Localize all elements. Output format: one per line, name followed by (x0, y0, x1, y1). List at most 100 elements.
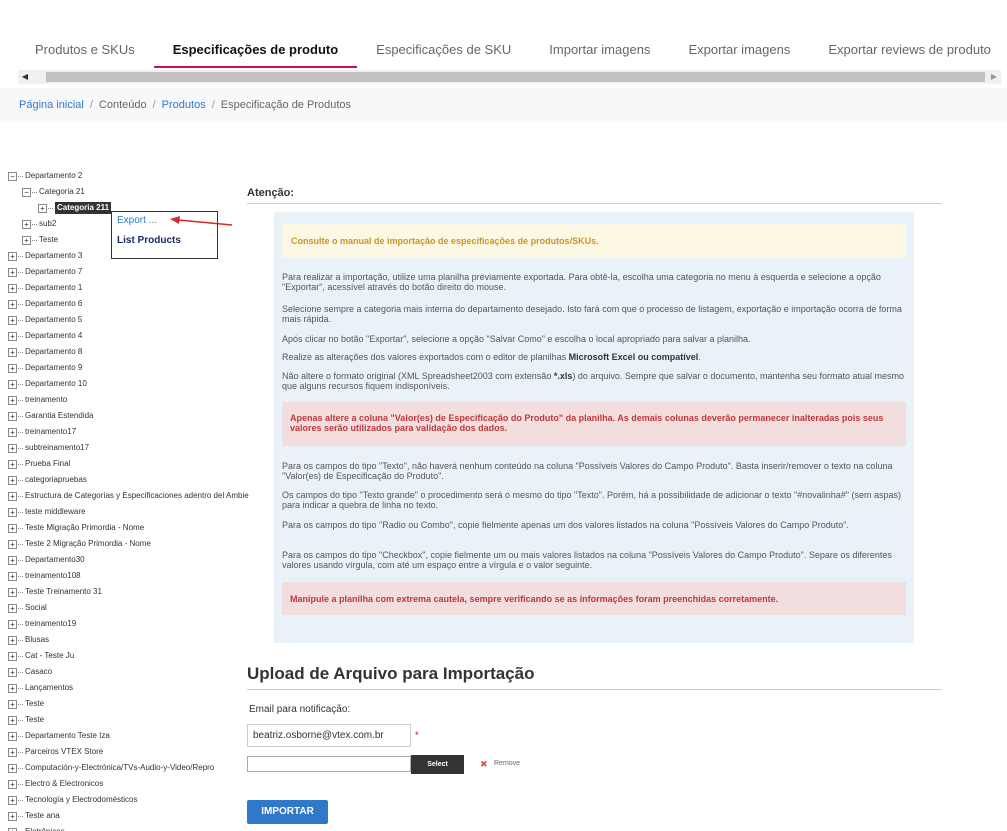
tree-node-label[interactable]: subtreinamento17 (25, 440, 89, 456)
tree-node[interactable]: − Categoria 21 (8, 184, 268, 200)
expand-icon[interactable]: + (8, 603, 17, 613)
expand-icon[interactable]: + (8, 507, 17, 517)
tree-node[interactable]: + Departamento 9 (8, 360, 268, 376)
tree-node-label[interactable]: Teste (39, 232, 58, 248)
expand-icon[interactable]: + (8, 555, 17, 565)
tree-node-label[interactable]: Teste Migração Primordia - Nome (25, 520, 144, 536)
tree-node-label[interactable]: Teste (25, 712, 44, 728)
tree-node[interactable]: + Departamento 4 (8, 328, 268, 344)
tab-exportar-imagens[interactable]: Exportar imagens (669, 34, 809, 68)
tree-node-label[interactable]: Teste ana (25, 808, 60, 824)
expand-icon[interactable]: + (8, 443, 17, 453)
tree-node[interactable]: + Teste Treinamento 31 (8, 584, 268, 600)
tree-node[interactable]: + treinamento108 (8, 568, 268, 584)
tree-node-label[interactable]: Teste 2 Migração Primordia - Nome (25, 536, 151, 552)
tree-node-label[interactable]: Departamento 2 (25, 168, 82, 184)
tree-node-label[interactable]: Computación-y-Electrónica/TVs-Audio-y-Vi… (25, 760, 214, 776)
expand-icon[interactable]: + (8, 427, 17, 437)
tree-node-label[interactable]: Social (25, 600, 47, 616)
expand-icon[interactable]: + (8, 395, 17, 405)
remove-link[interactable]: Remove (494, 760, 520, 767)
tree-node-label[interactable]: Categoria 211 (55, 202, 112, 214)
scroll-left-arrow-icon[interactable]: ◀ (18, 70, 32, 84)
tree-node-label[interactable]: treinamento17 (25, 424, 76, 440)
expand-icon[interactable]: + (8, 699, 17, 709)
expand-icon[interactable]: + (8, 283, 17, 293)
expand-icon[interactable]: + (8, 379, 17, 389)
tree-node-label[interactable]: Cat - Teste Ju (25, 648, 74, 664)
expand-icon[interactable]: + (8, 667, 17, 677)
tree-node[interactable]: + Tecnología y Electrodomésticos (8, 792, 268, 808)
expand-icon[interactable]: + (8, 459, 17, 469)
collapse-icon[interactable]: − (8, 171, 17, 181)
tree-node-label[interactable]: categoriapruebas (25, 472, 87, 488)
expand-icon[interactable]: + (8, 731, 17, 741)
tree-node-label[interactable]: treinamento19 (25, 616, 76, 632)
import-button[interactable]: IMPORTAR (247, 800, 328, 824)
tree-node-label[interactable]: Lançamentos (25, 680, 73, 696)
breadcrumb-products[interactable]: Produtos (162, 99, 206, 111)
tree-node[interactable]: + Eletrônicos (8, 824, 268, 831)
tab-exportar-reviews[interactable]: Exportar reviews de produto (809, 34, 1007, 68)
tree-node[interactable]: + Teste Migração Primordia - Nome (8, 520, 268, 536)
tab-especificacoes-de-produto[interactable]: Especificações de produto (153, 34, 358, 68)
collapse-icon[interactable]: − (22, 187, 31, 197)
tree-node-label[interactable]: Departamento 4 (25, 328, 82, 344)
expand-icon[interactable]: + (8, 683, 17, 693)
expand-icon[interactable]: + (8, 747, 17, 757)
tree-node-label[interactable]: sub2 (39, 216, 56, 232)
tree-node-label[interactable]: Electro & Electronicos (25, 776, 103, 792)
tree-node[interactable]: + Departamento Teste Iza (8, 728, 268, 744)
tree-node[interactable]: + treinamento17 (8, 424, 268, 440)
tree-node[interactable]: + Cat - Teste Ju (8, 648, 268, 664)
tree-node-label[interactable]: Parceiros VTEX Store (25, 744, 103, 760)
expand-icon[interactable]: + (8, 587, 17, 597)
tree-node[interactable]: + treinamento (8, 392, 268, 408)
tree-node[interactable]: + Lançamentos (8, 680, 268, 696)
tree-node[interactable]: + teste middleware (8, 504, 268, 520)
expand-icon[interactable]: + (8, 315, 17, 325)
tree-node-label[interactable]: teste middleware (25, 504, 85, 520)
tree-node-label[interactable]: Eletrônicos (25, 824, 65, 831)
tree-node-label[interactable]: Estructura de Categorías y Especificacio… (25, 488, 249, 504)
tree-node-label[interactable]: Departamento 7 (25, 264, 82, 280)
expand-icon[interactable]: + (8, 523, 17, 533)
expand-icon[interactable]: + (8, 331, 17, 341)
horizontal-scrollbar[interactable]: ◀ ▶ (18, 70, 1001, 84)
expand-icon[interactable]: + (8, 795, 17, 805)
expand-icon[interactable]: + (8, 715, 17, 725)
expand-icon[interactable]: + (8, 475, 17, 485)
tab-especificacoes-de-sku[interactable]: Especificações de SKU (357, 34, 530, 68)
tree-node-label[interactable]: Categoria 21 (39, 184, 85, 200)
tree-node-label[interactable]: Departamento Teste Iza (25, 728, 110, 744)
expand-icon[interactable]: + (8, 571, 17, 581)
expand-icon[interactable]: + (8, 539, 17, 549)
tree-node-label[interactable]: Prueba Final (25, 456, 70, 472)
tree-node[interactable]: + Parceiros VTEX Store (8, 744, 268, 760)
expand-icon[interactable]: + (8, 363, 17, 373)
tree-node[interactable]: + Electro & Electronicos (8, 776, 268, 792)
scroll-right-arrow-icon[interactable]: ▶ (987, 70, 1001, 84)
tree-node-label[interactable]: treinamento (25, 392, 67, 408)
tree-node[interactable]: + Departamento 8 (8, 344, 268, 360)
expand-icon[interactable]: + (8, 827, 17, 831)
expand-icon[interactable]: + (8, 347, 17, 357)
tree-node[interactable]: + Teste 2 Migração Primordia - Nome (8, 536, 268, 552)
tree-node-label[interactable]: Garantia Estendida (25, 408, 94, 424)
tree-node-label[interactable]: Departamento 6 (25, 296, 82, 312)
tree-node[interactable]: + Departamento 1 (8, 280, 268, 296)
tree-node[interactable]: + Teste ana (8, 808, 268, 824)
tree-node-label[interactable]: Casaco (25, 664, 52, 680)
tree-node-label[interactable]: treinamento108 (25, 568, 81, 584)
tree-node[interactable]: + Teste (8, 696, 268, 712)
tree-node-label[interactable]: Departamento 5 (25, 312, 82, 328)
tree-node[interactable]: + Departamento30 (8, 552, 268, 568)
tree-node[interactable]: + Estructura de Categorías y Especificaci… (8, 488, 268, 504)
breadcrumb-home[interactable]: Página inicial (19, 99, 84, 111)
expand-icon[interactable]: + (8, 491, 17, 501)
tree-node[interactable]: + Computación-y-Electrónica/TVs-Audio-y-V… (8, 760, 268, 776)
expand-icon[interactable]: + (8, 779, 17, 789)
tree-node-label[interactable]: Teste (25, 696, 44, 712)
remove-icon[interactable]: ✖ (480, 759, 488, 770)
expand-icon[interactable]: + (38, 203, 47, 213)
